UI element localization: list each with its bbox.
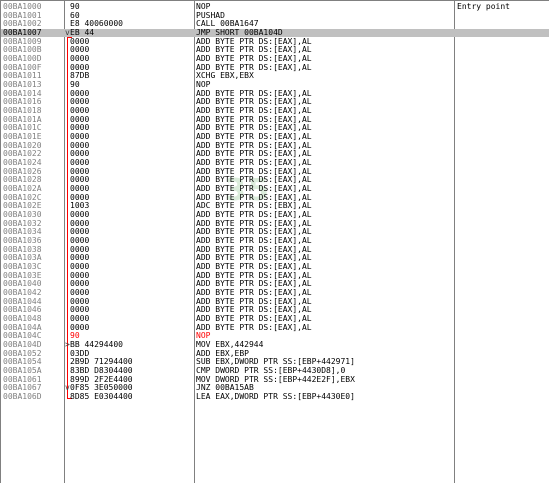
hex-bytes-cell: 0000	[70, 54, 90, 64]
address-cell: 00BA1036	[3, 236, 42, 246]
disassembly-pane[interactable]: 35 00BA1000 90 NOP Entry point 00BA1001 60 PUS…	[0, 0, 549, 483]
hex-bytes-cell: 0000	[70, 236, 90, 246]
address-cell: 00BA106D	[3, 392, 42, 402]
address-cell: 00BA102A	[3, 184, 42, 194]
instruction-cell: LEA EAX,DWORD PTR SS:[EBP+4430E0]	[196, 392, 355, 402]
code-row[interactable]: 00BA102A 0000 ADD BYTE PTR DS:[EAX],AL	[1, 185, 549, 193]
instruction-cell: ADD BYTE PTR DS:[EAX],AL	[196, 184, 312, 194]
instruction-cell: ADD BYTE PTR DS:[EAX],AL	[196, 288, 312, 298]
instruction-cell: CMP DWORD PTR SS:[EBP+4430D8],0	[196, 366, 346, 376]
instruction-cell: NOP	[196, 80, 211, 90]
instruction-cell: ADD BYTE PTR DS:[EAX],AL	[196, 236, 312, 246]
hex-bytes-cell: 0000	[70, 158, 90, 168]
instruction-cell: ADD BYTE PTR DS:[EAX],AL	[196, 322, 312, 332]
code-row[interactable]: 00BA103C 0000 ADD BYTE PTR DS:[EAX],AL	[1, 263, 549, 271]
hex-bytes-cell: 0000	[70, 262, 90, 272]
hex-bytes-cell: 8D85 E0304400	[70, 392, 133, 402]
instruction-cell: MOV EBX,442944	[196, 340, 264, 350]
code-row[interactable]: 00BA100D 0000 ADD BYTE PTR DS:[EAX],AL	[1, 55, 549, 63]
code-row[interactable]: 00BA1000 90 NOP Entry point	[1, 3, 549, 11]
instruction-cell: ADD BYTE PTR DS:[EAX],AL	[196, 54, 312, 64]
address-cell: 00BA1007	[3, 28, 42, 37]
address-cell: 00BA1000	[3, 2, 42, 11]
address-cell: 00BA100D	[3, 54, 42, 64]
instruction-cell: ADD BYTE PTR DS:[EAX],AL	[196, 106, 312, 116]
code-row[interactable]: 00BA1018 0000 ADD BYTE PTR DS:[EAX],AL	[1, 107, 549, 115]
hex-bytes-cell: 0000	[70, 314, 90, 324]
code-row[interactable]: 00BA1036 0000 ADD BYTE PTR DS:[EAX],AL	[1, 237, 549, 245]
hex-bytes-cell: EB 44	[70, 28, 95, 37]
address-cell: 00BA1013	[3, 80, 42, 90]
address-cell: 00BA1024	[3, 158, 42, 168]
address-cell: 00BA1042	[3, 288, 42, 298]
hex-bytes-cell: 83BD D8304400	[70, 366, 133, 376]
address-cell: 00BA1048	[3, 314, 42, 324]
code-row[interactable]: 00BA104D > BB 44294400 MOV EBX,442944	[1, 341, 549, 349]
code-row[interactable]: 00BA1013 90 NOP	[1, 81, 549, 89]
hex-bytes-cell: 90	[70, 80, 80, 90]
instruction-cell: JMP SHORT 00BA104D	[196, 28, 283, 37]
code-row[interactable]: 00BA1011 87DB XCHG EBX,EBX	[1, 72, 549, 80]
address-cell: 00BA1018	[3, 106, 42, 116]
code-row[interactable]: 00BA1048 0000 ADD BYTE PTR DS:[EAX],AL	[1, 315, 549, 323]
hex-bytes-cell: 0000	[70, 184, 90, 194]
hex-bytes-cell: BB 44294400	[70, 340, 123, 350]
instruction-cell: ADD BYTE PTR DS:[EAX],AL	[196, 210, 312, 220]
code-row[interactable]: 00BA1042 0000 ADD BYTE PTR DS:[EAX],AL	[1, 289, 549, 297]
instruction-cell: ADD BYTE PTR DS:[EAX],AL	[196, 314, 312, 324]
instruction-cell: ADD BYTE PTR DS:[EAX],AL	[196, 132, 312, 142]
address-cell: 00BA1030	[3, 210, 42, 220]
code-row[interactable]: 00BA1007 v EB 44 JMP SHORT 00BA104D	[1, 29, 549, 37]
hex-bytes-cell: 0000	[70, 288, 90, 298]
hex-bytes-cell: 0000	[70, 106, 90, 116]
code-row[interactable]: 00BA106D 8D85 E0304400 LEA EAX,DWORD PTR S…	[1, 393, 549, 401]
instruction-cell: NOP	[196, 2, 211, 11]
address-cell: 00BA101E	[3, 132, 42, 142]
hex-bytes-cell: 90	[70, 2, 80, 11]
code-row[interactable]: 00BA104A 0000 ADD BYTE PTR DS:[EAX],AL	[1, 322, 549, 332]
code-row[interactable]: 00BA1030 0000 ADD BYTE PTR DS:[EAX],AL	[1, 211, 549, 219]
instruction-cell: ADD BYTE PTR DS:[EAX],AL	[196, 262, 312, 272]
comment-cell: Entry point	[457, 2, 510, 11]
address-cell: 00BA104D	[3, 340, 42, 350]
code-row[interactable]: 00BA105A 83BD D8304400 CMP DWORD PTR SS:[E…	[1, 367, 549, 375]
address-cell: 00BA103C	[3, 262, 42, 272]
hex-bytes-cell: 0000	[70, 132, 90, 142]
instruction-cell: ADD BYTE PTR DS:[EAX],AL	[196, 158, 312, 168]
code-row[interactable]: 00BA101E 0000 ADD BYTE PTR DS:[EAX],AL	[1, 133, 549, 141]
code-row[interactable]: 00BA1024 0000 ADD BYTE PTR DS:[EAX],AL	[1, 159, 549, 167]
hex-bytes-cell: 0000	[70, 210, 90, 220]
address-cell: 00BA105A	[3, 366, 42, 376]
